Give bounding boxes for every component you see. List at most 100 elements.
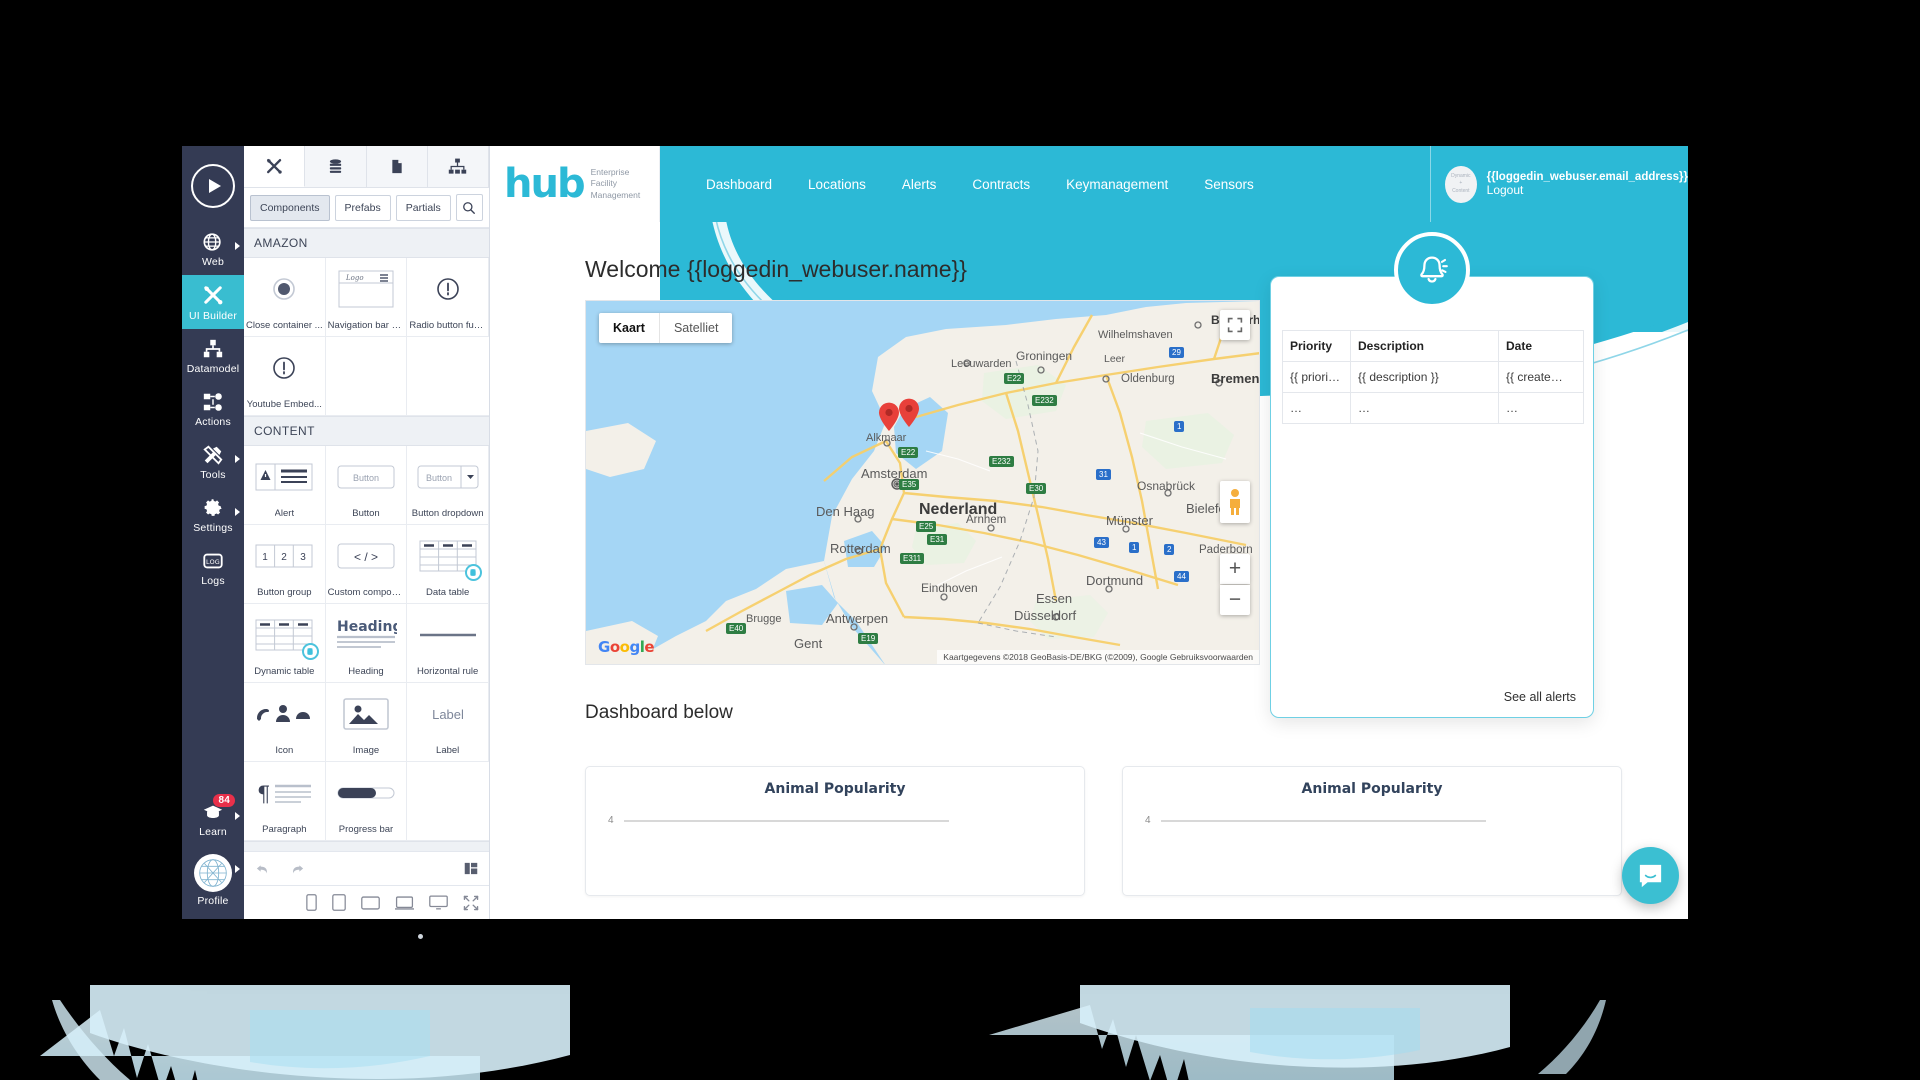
- search-icon: [463, 201, 476, 214]
- map-type-kaart[interactable]: Kaart: [599, 313, 660, 343]
- alert-icon: [244, 446, 325, 508]
- map-zoom-in-button[interactable]: +: [1220, 554, 1250, 584]
- component-image[interactable]: Image: [325, 683, 408, 762]
- hr-icon: [407, 604, 488, 666]
- rail-arrow-learn: [235, 812, 240, 820]
- component-alert[interactable]: Alert: [244, 446, 326, 525]
- phone-landscape-icon[interactable]: [361, 895, 380, 910]
- logo-tagline-3: Management: [590, 189, 641, 200]
- component-button[interactable]: Button Button: [325, 446, 408, 525]
- component-custom-component[interactable]: < / > Custom compon...: [325, 525, 408, 604]
- component-paragraph[interactable]: ¶ Paragraph: [244, 762, 326, 841]
- phone-portrait-icon[interactable]: [306, 894, 317, 911]
- rail-item-ui-builder[interactable]: UI Builder: [182, 275, 244, 329]
- subtab-partials[interactable]: Partials: [395, 194, 451, 221]
- builder-tab-pages[interactable]: [366, 146, 428, 187]
- svg-text:Button: Button: [353, 473, 379, 483]
- alerts-cell-priority: …: [1282, 392, 1351, 424]
- component-builder-panel: Components Prefabs Partials AMAZON Close…: [244, 146, 490, 919]
- builder-top-tabs: [244, 146, 489, 188]
- component-label-widget[interactable]: Label Label: [407, 683, 489, 762]
- alerts-col-description: Description: [1350, 330, 1499, 362]
- datasource-badge[interactable]: [301, 643, 319, 660]
- subtab-components[interactable]: Components: [250, 194, 330, 221]
- undo-icon[interactable]: [254, 861, 271, 876]
- table-row[interactable]: … … …: [1282, 392, 1584, 424]
- datasource-badge[interactable]: [464, 564, 482, 581]
- component-heading[interactable]: Heading Heading: [325, 604, 408, 683]
- rail-label-logs: Logs: [201, 575, 225, 587]
- rail-item-profile[interactable]: Profile: [182, 845, 244, 919]
- rail-item-tools[interactable]: Tools: [182, 435, 244, 488]
- rail-item-web[interactable]: Web: [182, 222, 244, 275]
- heading-icon: Heading: [326, 604, 407, 666]
- component-button-group[interactable]: 1 2 3 Button group: [244, 525, 326, 604]
- search-button[interactable]: [455, 194, 483, 221]
- rail-item-learn[interactable]: 84 Learn: [182, 792, 244, 845]
- nav-contracts[interactable]: Contracts: [972, 177, 1030, 192]
- alerts-cell-description: …: [1350, 392, 1499, 424]
- map-road-shield: E25: [916, 521, 937, 532]
- nav-dashboard[interactable]: Dashboard: [706, 177, 772, 192]
- map-type-satelliet[interactable]: Satelliet: [660, 313, 732, 343]
- site-logo[interactable]: hub Enterprise Facility Management: [490, 146, 660, 222]
- map-zoom-out-button[interactable]: −: [1220, 585, 1250, 615]
- icons-icon: [244, 683, 325, 745]
- component-navigation-bar[interactable]: Logo Navigation bar w...: [325, 258, 408, 337]
- component-button-dropdown[interactable]: Button Button dropdown: [407, 446, 489, 525]
- desktop-icon[interactable]: [429, 895, 448, 910]
- rail-label-learn: Learn: [199, 826, 227, 838]
- map-road-shield: 29: [1169, 347, 1184, 358]
- site-header: hub Enterprise Facility Management Dashb…: [490, 146, 1688, 222]
- component-radio-button[interactable]: Radio button fun...: [407, 258, 489, 337]
- fullscreen-icon[interactable]: [463, 895, 479, 911]
- component-progress-bar[interactable]: Progress bar: [325, 762, 408, 841]
- component-label: Image: [352, 745, 380, 756]
- builder-tab-structure[interactable]: [427, 146, 489, 187]
- component-icon[interactable]: Icon: [244, 683, 326, 762]
- tablet-portrait-icon[interactable]: [332, 894, 346, 911]
- rail-item-datamodel[interactable]: Datamodel: [182, 329, 244, 382]
- run-preview-button[interactable]: [191, 164, 235, 208]
- rail-item-settings[interactable]: Settings: [182, 488, 244, 541]
- tablet-landscape-icon[interactable]: [395, 895, 414, 910]
- nav-keymanagement[interactable]: Keymanagement: [1066, 177, 1168, 192]
- map-pin-icon[interactable]: [878, 402, 900, 432]
- user-email: {{loggedin_webuser.email_address}}: [1486, 171, 1688, 183]
- builder-tab-components[interactable]: [244, 146, 306, 187]
- chart-card[interactable]: Animal Popularity 4: [1122, 766, 1622, 896]
- subtab-prefabs[interactable]: Prefabs: [334, 194, 391, 221]
- rail-item-logs[interactable]: LOG Logs: [182, 541, 244, 594]
- map-pin-icon[interactable]: [898, 398, 920, 428]
- rail-label-tools: Tools: [200, 469, 226, 481]
- logout-link[interactable]: Logout: [1487, 183, 1688, 197]
- map-road-shield: E30: [1026, 483, 1047, 494]
- avatar-line-2: +: [1459, 180, 1463, 187]
- map-widget[interactable]: BremerhaveWilhelmshavenLeeuwardenGroning…: [585, 300, 1260, 665]
- component-dynamic-table[interactable]: Dynamic table: [244, 604, 326, 683]
- map-road-shield: E40: [726, 623, 747, 634]
- layout-grid-icon[interactable]: [463, 861, 479, 876]
- see-all-alerts-link[interactable]: See all alerts: [1504, 690, 1576, 704]
- component-close-container[interactable]: Close container ...: [244, 258, 326, 337]
- chart-card[interactable]: Animal Popularity 4: [585, 766, 1085, 896]
- rail-arrow-tools: [235, 455, 240, 463]
- map-fullscreen-button[interactable]: [1220, 310, 1250, 340]
- nav-alerts[interactable]: Alerts: [902, 177, 937, 192]
- tools-icon: [203, 445, 223, 465]
- carousel-dot[interactable]: [418, 934, 423, 939]
- table-row[interactable]: {{ priori… {{ description }} {{ create…: [1282, 361, 1584, 393]
- nav-sensors[interactable]: Sensors: [1204, 177, 1254, 192]
- component-data-table[interactable]: Data table: [407, 525, 489, 604]
- map-streetview-pegman[interactable]: [1220, 481, 1250, 523]
- component-horizontal-rule[interactable]: Horizontal rule: [407, 604, 489, 683]
- nav-locations[interactable]: Locations: [808, 177, 866, 192]
- rail-arrow-settings: [235, 508, 240, 516]
- redo-icon[interactable]: [289, 861, 306, 876]
- builder-tab-data[interactable]: [305, 146, 367, 187]
- rail-item-actions[interactable]: Actions: [182, 382, 244, 435]
- component-label: Horizontal rule: [417, 666, 479, 677]
- component-youtube-embed[interactable]: Youtube Embed...: [244, 337, 326, 416]
- map-road-shield: 31: [1096, 469, 1111, 480]
- chat-launcher-button[interactable]: [1622, 847, 1679, 904]
